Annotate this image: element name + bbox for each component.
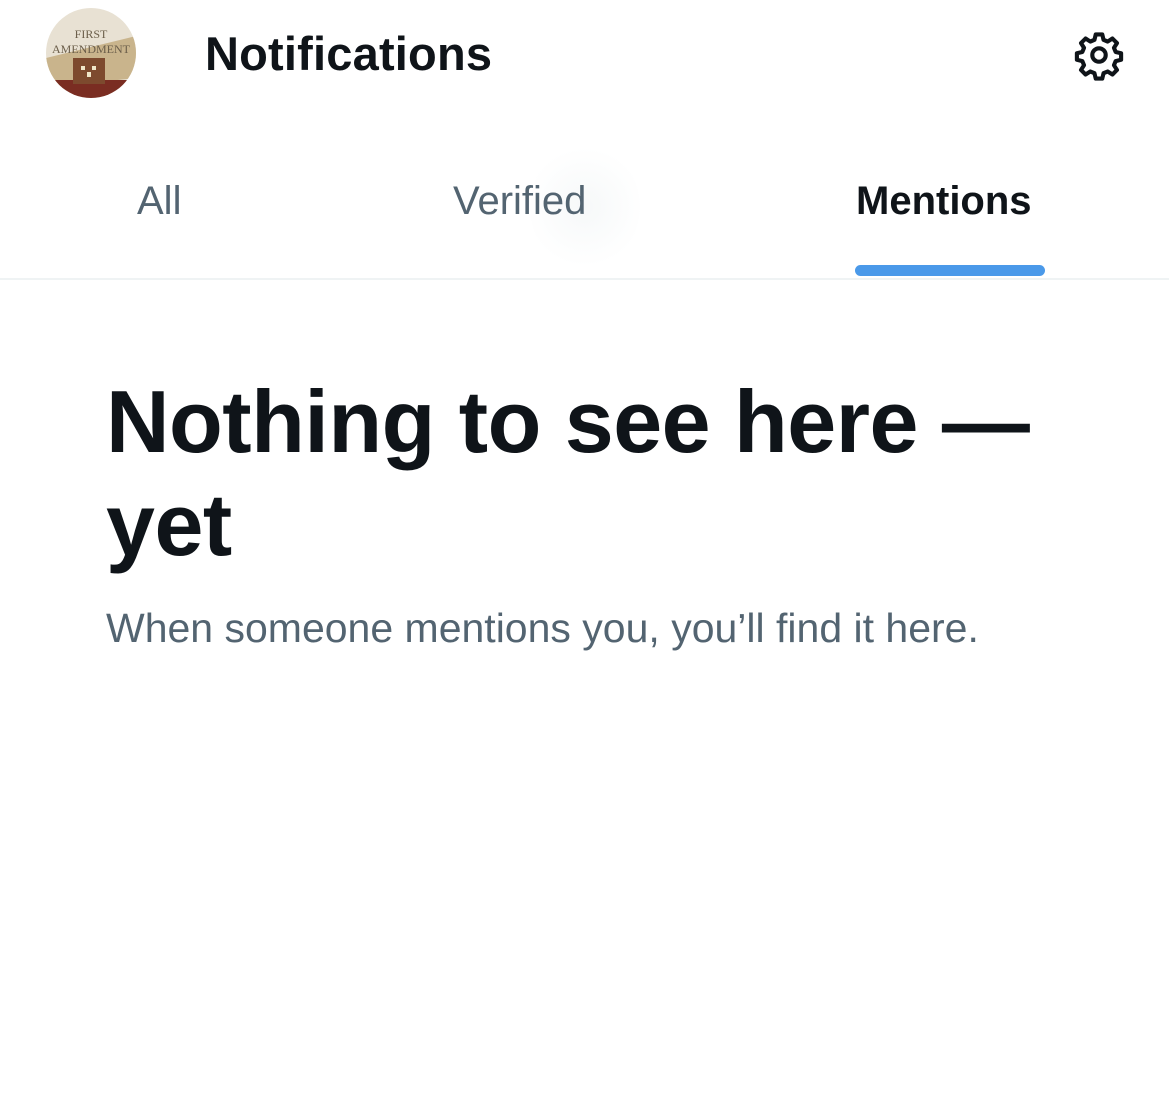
empty-state-subtitle: When someone mentions you, you’ll find i…	[106, 605, 979, 651]
svg-text:FIRST: FIRST	[75, 27, 108, 41]
tab-all[interactable]: All	[0, 132, 330, 278]
page-title: Notifications	[205, 27, 493, 80]
svg-text:AMENDMENT: AMENDMENT	[52, 42, 131, 56]
notification-tabs: All Verified Mentions	[0, 132, 1169, 280]
empty-state-title: Nothing to see here — yet	[106, 372, 1030, 574]
top-bar: FIRST AMENDMENT Notifications	[0, 0, 1169, 110]
empty-state: Nothing to see here — yet When someone m…	[106, 370, 1066, 656]
tab-verified-label: Verified	[453, 179, 587, 223]
gear-icon	[1074, 32, 1124, 81]
tab-mentions[interactable]: Mentions	[750, 132, 1169, 278]
tab-mentions-label: Mentions	[856, 179, 1032, 223]
settings-button[interactable]	[1068, 24, 1130, 86]
avatar-image: FIRST AMENDMENT	[46, 8, 136, 98]
tab-verified[interactable]: Verified	[330, 132, 750, 278]
tab-all-label: All	[137, 179, 182, 223]
avatar[interactable]: FIRST AMENDMENT	[46, 8, 136, 98]
selected-tab-indicator	[855, 265, 1045, 276]
